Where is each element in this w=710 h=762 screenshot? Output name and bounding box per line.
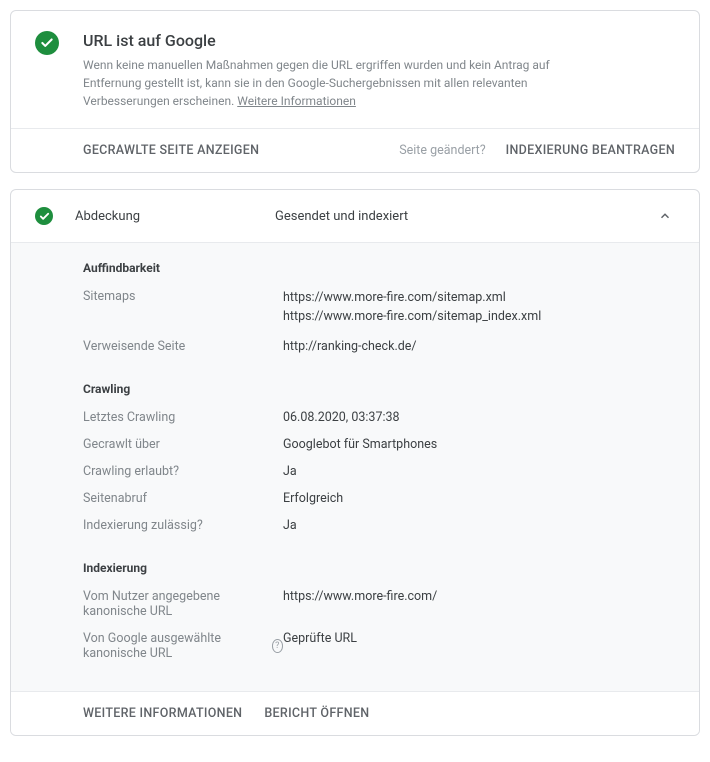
coverage-label: Abdeckung bbox=[75, 209, 275, 224]
label-referrer: Verweisende Seite bbox=[83, 339, 283, 354]
value-crawled-as: Googlebot für Smartphones bbox=[283, 437, 675, 452]
row-last-crawl: Letztes Crawling 06.08.2020, 03:37:38 bbox=[83, 410, 675, 425]
label-last-crawl: Letztes Crawling bbox=[83, 410, 283, 425]
row-user-canonical: Vom Nutzer angegebene kanonische URL htt… bbox=[83, 589, 675, 619]
section-discovery-title: Auffindbarkeit bbox=[83, 261, 675, 275]
label-google-canonical: Von Google ausgewählte kanonische URL ? bbox=[83, 631, 283, 661]
row-sitemaps: Sitemaps https://www.more-fire.com/sitem… bbox=[83, 289, 675, 327]
page-changed-label: Seite geändert? bbox=[399, 143, 485, 158]
value-crawl-allowed: Ja bbox=[283, 464, 675, 479]
coverage-body: Auffindbarkeit Sitemaps https://www.more… bbox=[11, 242, 699, 691]
view-crawled-button[interactable]: GECRAWLTE SEITE ANZEIGEN bbox=[83, 143, 259, 158]
status-header: URL ist auf Google Wenn keine manuellen … bbox=[11, 11, 699, 128]
row-crawled-as: Gecrawlt über Googlebot für Smartphones bbox=[83, 437, 675, 452]
value-referrer: http://ranking-check.de/ bbox=[283, 339, 675, 354]
row-google-canonical: Von Google ausgewählte kanonische URL ? … bbox=[83, 631, 675, 661]
chevron-up-icon bbox=[655, 206, 675, 226]
check-icon bbox=[35, 207, 53, 225]
row-referrer: Verweisende Seite http://ranking-check.d… bbox=[83, 339, 675, 354]
label-indexing-allowed: Indexierung zulässig? bbox=[83, 518, 283, 533]
label-page-fetch: Seitenabruf bbox=[83, 491, 283, 506]
open-report-button[interactable]: BERICHT ÖFFNEN bbox=[264, 706, 369, 721]
label-crawl-allowed: Crawling erlaubt? bbox=[83, 464, 283, 479]
value-user-canonical: https://www.more-fire.com/ bbox=[283, 589, 675, 604]
value-google-canonical: Geprüfte URL bbox=[283, 631, 675, 646]
status-description: Wenn keine manuellen Maßnahmen gegen die… bbox=[83, 56, 563, 110]
row-indexing-allowed: Indexierung zulässig? Ja bbox=[83, 518, 675, 533]
coverage-status: Gesendet und indexiert bbox=[275, 209, 655, 224]
value-indexing-allowed: Ja bbox=[283, 518, 675, 533]
more-info-link[interactable]: Weitere Informationen bbox=[237, 94, 356, 108]
coverage-header[interactable]: Abdeckung Gesendet und indexiert bbox=[11, 190, 699, 242]
more-info-button[interactable]: WEITERE INFORMATIONEN bbox=[83, 706, 242, 721]
section-indexing-title: Indexierung bbox=[83, 561, 675, 575]
check-icon bbox=[35, 31, 59, 55]
coverage-card: Abdeckung Gesendet und indexiert Auffind… bbox=[10, 189, 700, 736]
value-sitemaps: https://www.more-fire.com/sitemap.xml ht… bbox=[283, 289, 675, 327]
value-page-fetch: Erfolgreich bbox=[283, 491, 675, 506]
row-crawl-allowed: Crawling erlaubt? Ja bbox=[83, 464, 675, 479]
label-crawled-as: Gecrawlt über bbox=[83, 437, 283, 452]
row-page-fetch: Seitenabruf Erfolgreich bbox=[83, 491, 675, 506]
label-user-canonical: Vom Nutzer angegebene kanonische URL bbox=[83, 589, 283, 619]
value-last-crawl: 06.08.2020, 03:37:38 bbox=[283, 410, 675, 425]
coverage-footer: WEITERE INFORMATIONEN BERICHT ÖFFNEN bbox=[11, 691, 699, 735]
status-title: URL ist auf Google bbox=[83, 31, 563, 50]
help-icon[interactable]: ? bbox=[272, 639, 284, 653]
section-crawling-title: Crawling bbox=[83, 382, 675, 396]
status-card: URL ist auf Google Wenn keine manuellen … bbox=[10, 10, 700, 173]
status-actions: GECRAWLTE SEITE ANZEIGEN Seite geändert?… bbox=[11, 128, 699, 172]
request-indexing-button[interactable]: INDEXIERUNG BEANTRAGEN bbox=[506, 143, 675, 158]
label-sitemaps: Sitemaps bbox=[83, 289, 283, 304]
